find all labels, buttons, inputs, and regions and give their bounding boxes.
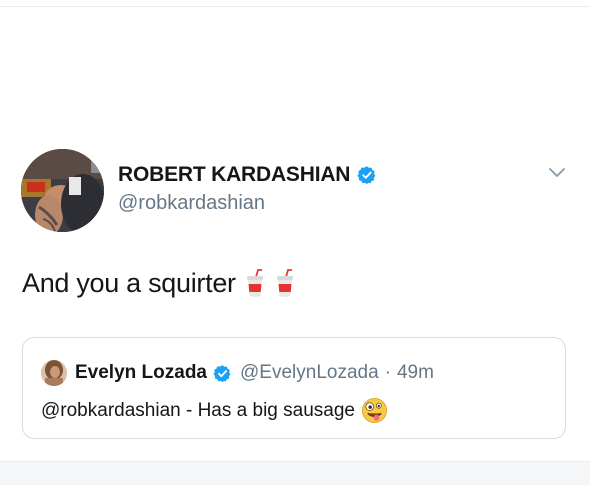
bottom-band	[0, 462, 590, 485]
tweet-body: And you a squirter	[22, 268, 296, 299]
tweet-text: And you a squirter	[22, 268, 236, 298]
quoted-handle[interactable]: @EvelynLozada	[240, 362, 379, 384]
avatar-photo	[21, 149, 104, 232]
cup-with-straw-icon	[276, 268, 293, 297]
zany-face-icon	[361, 397, 388, 424]
quoted-avatar[interactable]	[41, 360, 67, 386]
quoted-avatar-photo	[41, 360, 67, 386]
quoted-text: @robkardashian - Has a big sausage	[41, 399, 355, 421]
chevron-down-icon[interactable]	[547, 166, 567, 180]
quoted-body: @robkardashian - Has a big sausage	[41, 397, 388, 424]
verified-badge-icon	[357, 166, 376, 185]
author-row: ROBERT KARDASHIAN	[118, 163, 377, 187]
tweet-card: ROBERT KARDASHIAN @robkardashian And you…	[0, 140, 590, 462]
author-handle[interactable]: @robkardashian	[118, 192, 265, 215]
verified-badge-icon	[213, 364, 231, 382]
quoted-separator: ·	[384, 362, 391, 383]
quoted-author-row: Evelyn Lozada @EvelynLozada · 49m	[41, 360, 434, 386]
avatar[interactable]	[21, 149, 104, 232]
quoted-tweet[interactable]: Evelyn Lozada @EvelynLozada · 49m @robka…	[22, 337, 566, 439]
quoted-timestamp[interactable]: 49m	[397, 362, 434, 384]
top-divider	[0, 6, 590, 7]
cup-with-straw-icon	[246, 268, 263, 297]
author-display-name[interactable]: ROBERT KARDASHIAN	[118, 163, 350, 187]
quoted-display-name[interactable]: Evelyn Lozada	[75, 362, 207, 384]
